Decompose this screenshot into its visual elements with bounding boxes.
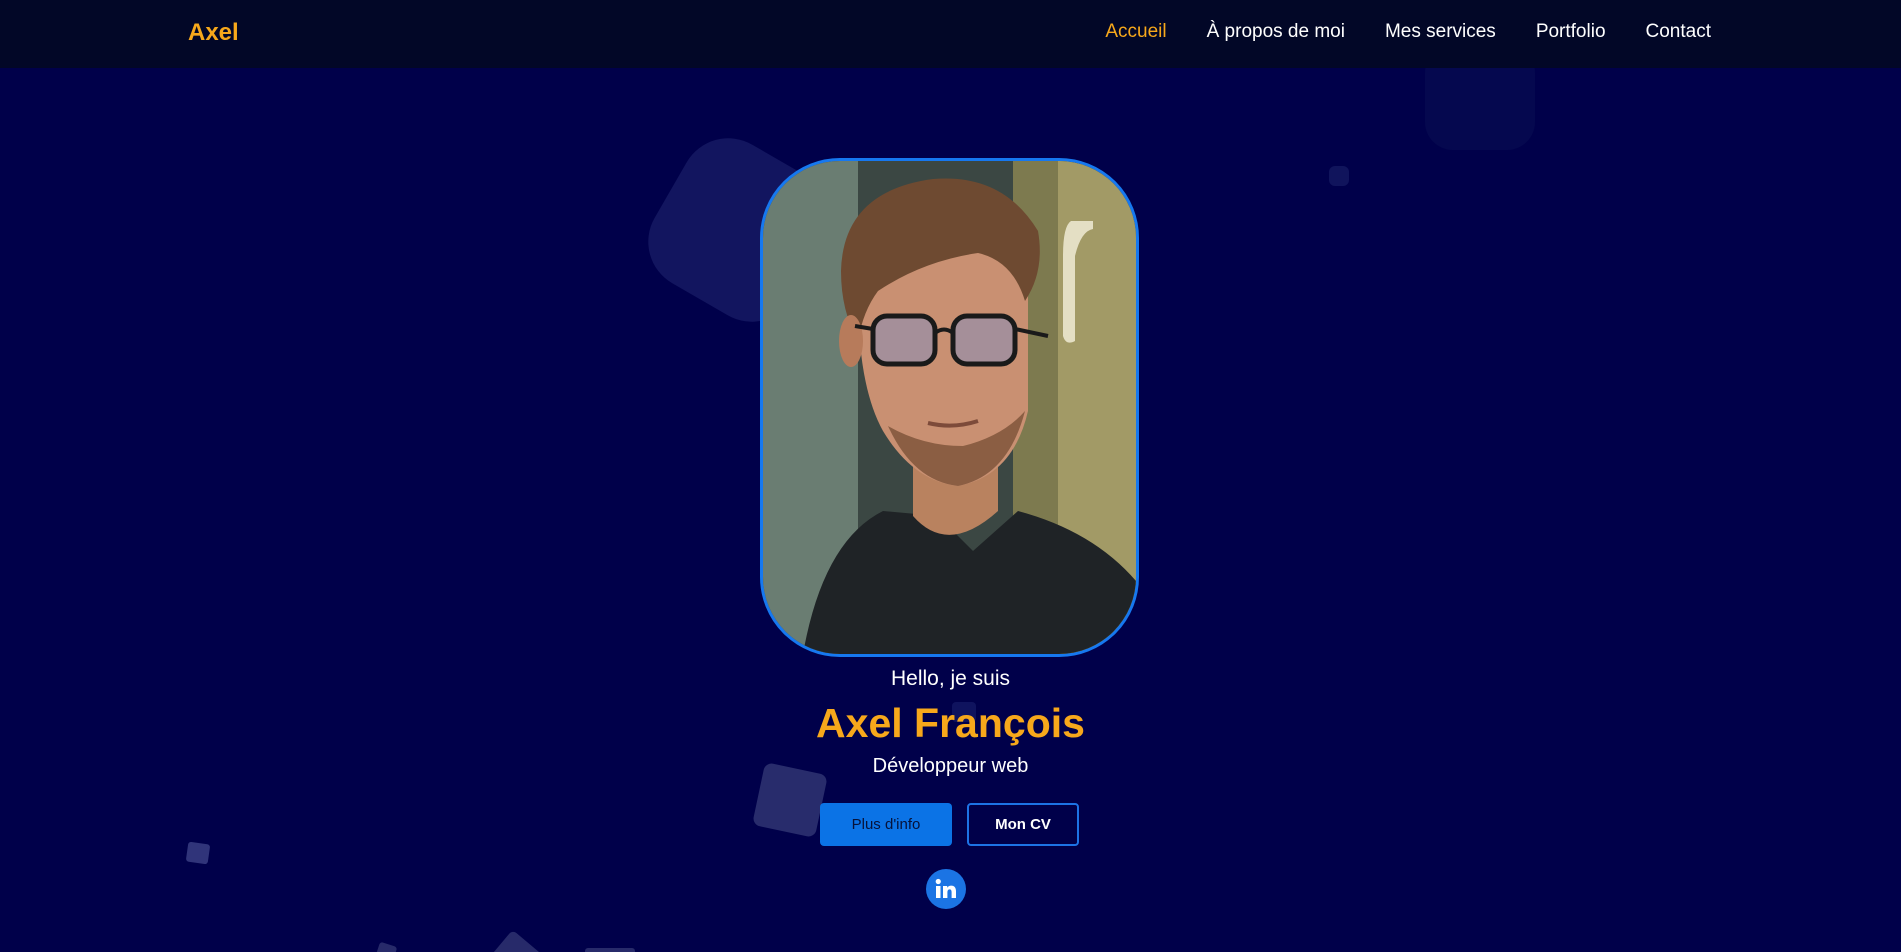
linkedin-icon[interactable] <box>926 869 966 909</box>
hero-role: Développeur web <box>872 755 1029 777</box>
hero-section: Axel Accueil À propos de moi Mes service… <box>0 0 1901 952</box>
nav-menu: Accueil À propos de moi Mes services Por… <box>1105 21 1711 43</box>
decorative-shape <box>185 841 211 865</box>
decorative-shape <box>1329 166 1349 186</box>
cv-button[interactable]: Mon CV <box>967 803 1079 846</box>
navbar: Axel Accueil À propos de moi Mes service… <box>0 0 1901 68</box>
more-info-button[interactable]: Plus d'info <box>820 803 952 846</box>
brand-logo[interactable]: Axel <box>188 19 239 47</box>
decorative-shape <box>374 941 398 952</box>
nav-link-contact[interactable]: Contact <box>1646 21 1711 43</box>
profile-photo <box>760 158 1139 657</box>
decorative-shape <box>585 948 635 952</box>
hero-name: Axel François <box>816 700 1085 746</box>
nav-link-a-propos[interactable]: À propos de moi <box>1207 21 1345 43</box>
portrait-illustration <box>763 161 1136 654</box>
nav-link-accueil[interactable]: Accueil <box>1105 21 1166 43</box>
nav-link-services[interactable]: Mes services <box>1385 21 1496 43</box>
decorative-shape <box>486 929 544 952</box>
nav-link-portfolio[interactable]: Portfolio <box>1536 21 1606 43</box>
hero-greeting: Hello, je suis <box>890 667 1011 690</box>
